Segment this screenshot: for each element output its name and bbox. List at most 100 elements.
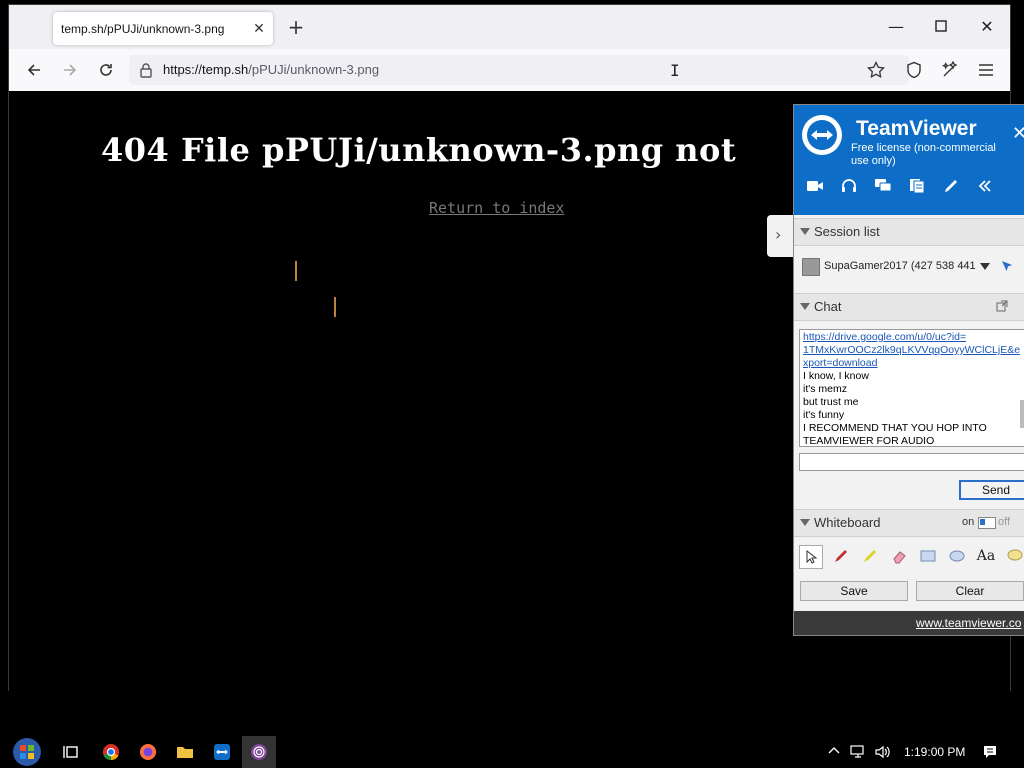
caret-mark [334,297,336,317]
chat-message: TEAMVIEWER FOR AUDIO [803,435,935,447]
teamviewer-title: TeamViewer [856,117,977,140]
url-text: https://temp.sh/pPUJi/unknown-3.png [163,62,379,77]
url-bar[interactable]: https://temp.sh/pPUJi/unknown-3.png I [129,55,909,85]
network-icon[interactable] [850,744,868,764]
chat-input[interactable] [799,453,1024,471]
text-cursor-icon: I [670,61,680,80]
whiteboard-toolbar: Aa [799,545,1024,569]
collapse-triangle-icon [800,519,810,526]
chat-log: https://drive.google.com/u/0/uc?id= 1TMx… [799,329,1024,447]
volume-icon[interactable] [874,744,892,764]
section-label: Whiteboard [814,515,881,530]
highlighter-icon[interactable] [859,545,881,567]
avatar [802,258,820,276]
return-to-index-link[interactable]: Return to index [429,199,564,217]
shield-icon [907,61,921,79]
teamviewer-logo-icon [802,115,842,155]
chat-message: I RECOMMEND THAT YOU HOP INTO [803,422,987,434]
tor-browser-icon[interactable] [242,736,276,768]
whiteboard-section[interactable]: Whiteboard on off [794,509,1024,537]
teamviewer-header: TeamViewer Free license (non-commercial … [794,105,1024,215]
shield-button[interactable] [903,59,925,81]
chat-message: I know, I know [803,370,869,382]
tab-bar: temp.sh/pPUJi/unknown-3.png ✕ + — ✕ [9,5,1010,49]
chrome-icon[interactable] [98,740,124,764]
back-arrow-icon [27,64,40,76]
teamviewer-panel: TeamViewer Free license (non-commercial … [793,104,1024,636]
speech-bubble-icon[interactable] [1004,545,1024,567]
url-host: https://temp.sh [163,62,249,77]
start-button[interactable] [10,736,44,768]
lock-icon [140,63,152,78]
teamviewer-taskbar-icon[interactable] [209,740,235,764]
collapse-double-chevron-icon[interactable] [974,177,996,195]
send-button[interactable]: Send [959,480,1024,500]
chat-section[interactable]: Chat [794,293,1024,321]
close-window-button[interactable]: ✕ [977,17,997,37]
back-button[interactable] [23,59,45,81]
browser-tab[interactable]: temp.sh/pPUJi/unknown-3.png ✕ [53,12,273,45]
save-button[interactable]: Save [800,581,908,601]
pointer-arrow-icon[interactable] [1000,259,1014,273]
select-pointer-icon[interactable] [799,545,823,569]
license-text: Free license (non-commercial use only) [851,142,996,167]
task-view-icon[interactable] [58,740,84,764]
chat-message[interactable]: 1TMxKwrOOCz2lk9qLKVVqqOoyyWClCLjE&e [803,344,1024,357]
nav-bar: https://temp.sh/pPUJi/unknown-3.png I [9,49,1010,92]
bookmark-star-button[interactable] [865,59,887,81]
session-list-section[interactable]: Session list [794,218,1024,246]
firefox-icon[interactable] [135,740,161,764]
section-label: Session list [814,224,880,239]
taskbar: 1:19:00 PM [0,736,1024,768]
extensions-button[interactable] [939,59,961,81]
forward-button[interactable] [59,59,81,81]
chat-message[interactable]: xport=download [803,357,1024,370]
taskbar-clock[interactable]: 1:19:00 PM [904,745,965,759]
whiteboard-brush-icon[interactable] [940,177,962,195]
teamviewer-website-link[interactable]: www.teamviewer.co [916,616,1021,630]
whiteboard-off-label: off [998,516,1011,528]
teamviewer-toolbar [804,177,1008,195]
chat-message[interactable]: https://drive.google.com/u/0/uc?id= [803,331,1024,344]
minimize-button[interactable]: — [886,17,906,37]
file-explorer-icon[interactable] [172,740,198,764]
menu-button[interactable] [975,59,997,81]
pen-icon[interactable] [830,545,852,567]
magic-wand-icon [941,61,958,77]
session-entry[interactable]: SupaGamer2017 (427 538 441 [794,255,1024,279]
text-tool-icon[interactable]: Aa [975,545,997,567]
clear-button[interactable]: Clear [916,581,1024,601]
teamviewer-close-icon[interactable]: ✕ [1012,123,1024,144]
close-tab-icon[interactable]: ✕ [251,21,267,37]
video-icon[interactable] [804,177,826,195]
rectangle-icon[interactable] [917,545,939,567]
ellipse-icon[interactable] [946,545,968,567]
whiteboard-on-label: on [962,516,975,528]
maximize-button[interactable] [931,17,951,37]
popout-icon[interactable] [996,300,1008,312]
windows-orb-icon [13,738,41,766]
collapse-triangle-icon [800,303,810,310]
reload-icon [100,64,112,76]
url-path: /pPUJi/unknown-3.png [248,62,380,77]
caret-mark [295,261,297,281]
chat-icon[interactable] [872,177,894,195]
headset-icon[interactable] [838,177,860,195]
teamviewer-collapse-handle[interactable]: › [767,215,793,257]
chat-message: it's memz [803,383,848,395]
notifications-icon[interactable] [982,744,998,764]
file-transfer-icon[interactable] [906,177,928,195]
dropdown-arrow-icon[interactable] [980,263,990,270]
forward-arrow-icon [64,64,77,76]
show-hidden-icons-chevron[interactable] [828,744,840,759]
collapse-triangle-icon [800,228,810,235]
tab-title: temp.sh/pPUJi/unknown-3.png [61,21,225,36]
reload-button[interactable] [95,59,117,81]
chevron-right-icon: › [775,225,782,244]
new-tab-button[interactable]: + [286,17,306,37]
chat-message: it's funny [803,409,845,421]
chat-scrollbar[interactable] [1020,400,1024,428]
eraser-icon[interactable] [888,545,910,567]
page-heading: 404 File pPUJi/unknown-3.png not [101,131,737,169]
whiteboard-toggle[interactable] [978,517,996,529]
